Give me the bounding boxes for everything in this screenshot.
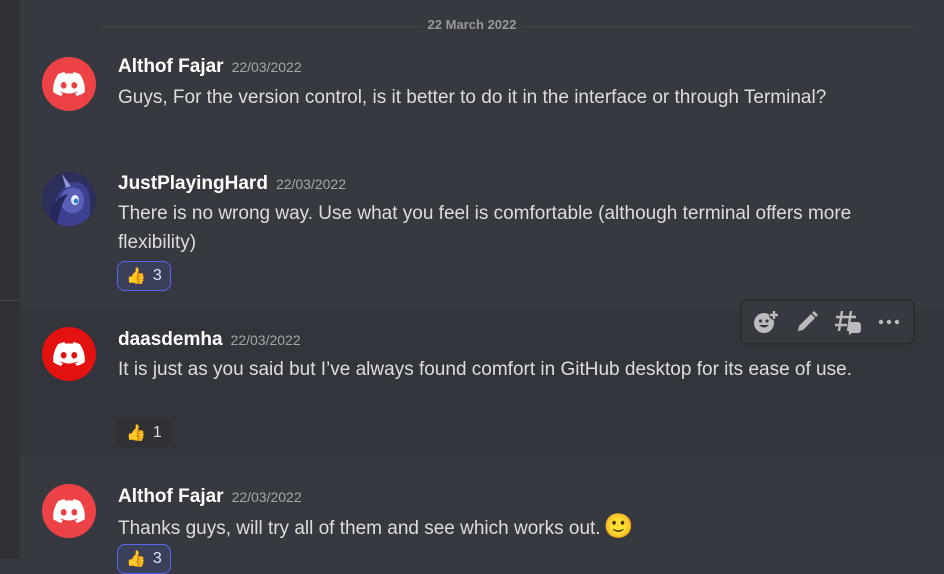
message-text: There is no wrong way. Use what you feel…: [118, 203, 852, 253]
left-gutter: [0, 0, 20, 559]
username[interactable]: JustPlayingHard: [118, 173, 268, 194]
discord-logo-icon: [53, 72, 85, 96]
create-thread-button[interactable]: [831, 305, 865, 339]
add-reaction-button[interactable]: [749, 305, 783, 339]
username-row: Althof Fajar 22/03/2022: [118, 56, 302, 78]
message: JustPlayingHard 22/03/2022 There is no wr…: [20, 160, 944, 300]
username-row: JustPlayingHard 22/03/2022: [118, 173, 346, 195]
timestamp: 22/03/2022: [231, 489, 302, 505]
message-text: Guys, For the version control, is it bet…: [118, 87, 827, 108]
timestamp: 22/03/2022: [275, 176, 347, 192]
username-row: Althof Fajar 22/03/2022: [118, 486, 302, 508]
thumbs-up-icon: 👍: [126, 425, 146, 442]
slightly-smiling-face-icon: 🙂: [603, 513, 634, 540]
more-icon: [878, 319, 899, 325]
edit-button[interactable]: [790, 305, 824, 339]
date-divider-label: 22 March 2022: [422, 17, 522, 32]
pony-avatar-icon: [42, 172, 96, 226]
thumbs-up-icon: 👍: [126, 551, 146, 568]
thumbs-up-icon: 👍: [126, 268, 146, 285]
message: Althof Fajar 22/03/2022 Guys, For the ver…: [20, 45, 944, 145]
reaction-count: 3: [152, 550, 162, 567]
reaction-button[interactable]: 👍 3: [117, 261, 171, 291]
create-thread-icon: [834, 310, 861, 335]
avatar[interactable]: [42, 484, 96, 538]
discord-logo-icon: [53, 342, 85, 366]
timestamp: 22/03/2022: [231, 59, 302, 75]
reaction-button[interactable]: 👍 1: [117, 418, 171, 448]
gutter-divider: [0, 300, 20, 301]
avatar[interactable]: [42, 327, 96, 381]
reaction-count: 3: [152, 267, 162, 284]
avatar[interactable]: [42, 57, 96, 111]
timestamp: 22/03/2022: [230, 332, 301, 348]
reaction-button[interactable]: 👍 3: [117, 544, 171, 574]
message-action-toolbar: [741, 300, 914, 344]
reaction-count: 1: [152, 424, 162, 441]
username[interactable]: Althof Fajar: [118, 486, 224, 507]
message-text-row: Thanks guys, will try all of them and se…: [118, 512, 884, 543]
avatar[interactable]: [42, 172, 96, 226]
message-text: Thanks guys, will try all of them and se…: [118, 518, 601, 539]
username-row: daasdemha 22/03/2022: [118, 329, 301, 351]
username[interactable]: Althof Fajar: [118, 56, 224, 77]
discord-logo-icon: [53, 499, 85, 523]
add-reaction-icon: [754, 310, 780, 333]
message-text: It is just as you said but I’ve always f…: [118, 359, 852, 380]
message: Althof Fajar 22/03/2022 Thanks guys, will…: [20, 466, 944, 574]
more-button[interactable]: [872, 305, 906, 339]
edit-icon: [798, 311, 819, 331]
username[interactable]: daasdemha: [118, 329, 223, 350]
